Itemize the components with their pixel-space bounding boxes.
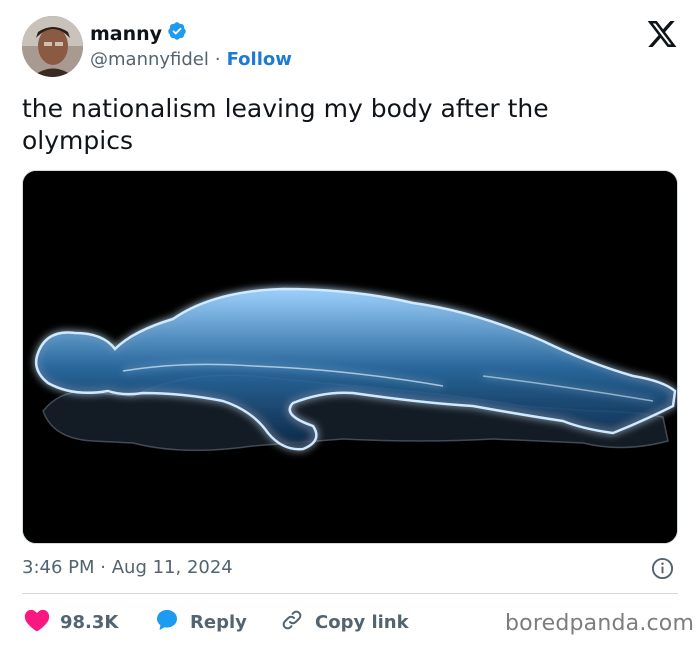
- follow-button[interactable]: Follow: [227, 49, 292, 70]
- tweet-time[interactable]: 3:46 PM: [22, 557, 95, 578]
- reply-button[interactable]: Reply: [154, 608, 247, 637]
- like-count: 98.3K: [60, 612, 119, 633]
- handle-row: @mannyfidel · Follow: [90, 49, 292, 70]
- x-logo-icon[interactable]: [646, 18, 678, 50]
- copy-link-button[interactable]: Copy link: [279, 608, 409, 637]
- copy-link-label: Copy link: [315, 612, 409, 633]
- reply-bubble-icon: [154, 608, 190, 637]
- handle-separator: ·: [214, 49, 221, 70]
- info-icon[interactable]: [651, 557, 674, 580]
- divider: [22, 593, 678, 594]
- timestamp-separator: ·: [100, 557, 106, 578]
- tweet-timestamp[interactable]: 3:46 PM · Aug 11, 2024: [22, 557, 233, 578]
- tweet-text: the nationalism leaving my body after th…: [22, 94, 549, 155]
- tweet-date[interactable]: Aug 11, 2024: [112, 557, 233, 578]
- like-button[interactable]: 98.3K: [24, 608, 118, 637]
- author-name[interactable]: manny: [90, 23, 162, 45]
- avatar[interactable]: [22, 16, 83, 77]
- reply-label: Reply: [190, 612, 247, 633]
- watermark: boredpanda.com: [505, 611, 695, 636]
- heart-icon: [24, 608, 60, 637]
- tweet-media-image[interactable]: [22, 170, 678, 544]
- verified-badge-icon: [167, 21, 187, 46]
- link-icon: [279, 608, 315, 637]
- author-name-row[interactable]: manny: [90, 21, 187, 46]
- author-handle[interactable]: @mannyfidel: [90, 49, 209, 70]
